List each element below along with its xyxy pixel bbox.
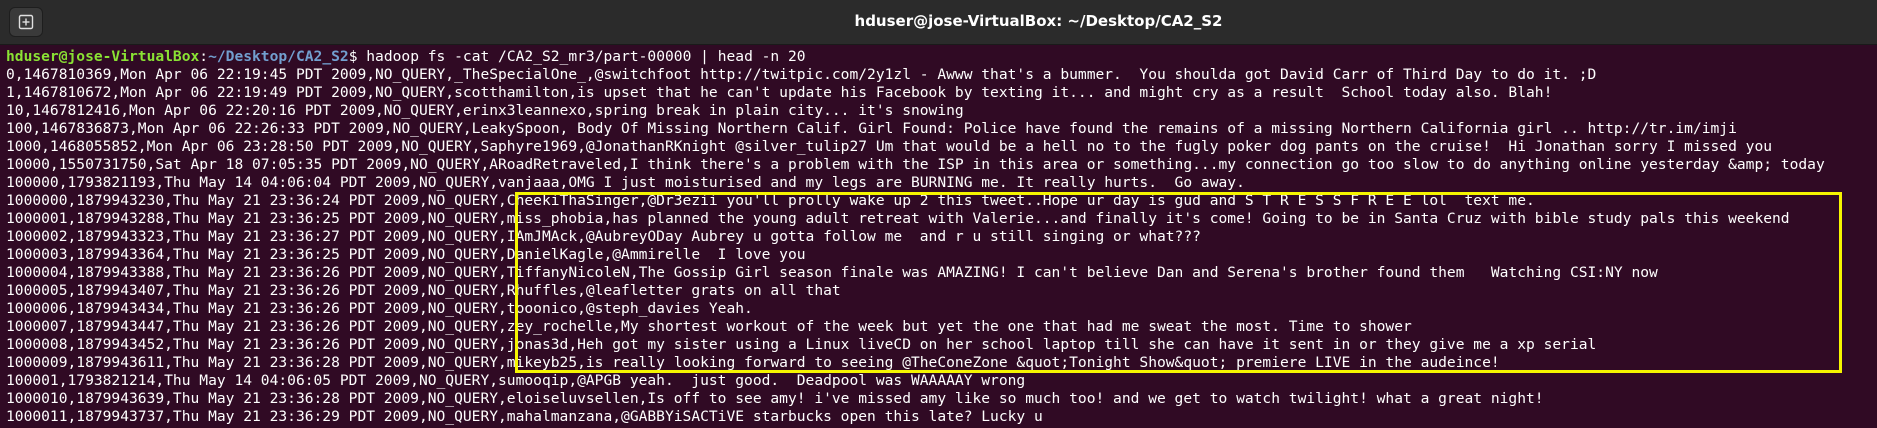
command-line: hduser@jose-VirtualBox:~/Desktop/CA2_S2$… bbox=[6, 48, 1877, 66]
terminal-area[interactable]: hduser@jose-VirtualBox:~/Desktop/CA2_S2$… bbox=[0, 46, 1877, 428]
prompt-path: ~/Desktop/CA2_S2 bbox=[208, 48, 349, 65]
output-line: 1000005,1879943407,Thu May 21 23:36:26 P… bbox=[6, 282, 841, 299]
output-line: 1000004,1879943388,Thu May 21 23:36:26 P… bbox=[6, 264, 1658, 281]
output-line: 10,1467812416,Mon Apr 06 22:20:16 PDT 20… bbox=[6, 102, 964, 119]
output-line: 1000009,1879943611,Thu May 21 23:36:28 P… bbox=[6, 354, 1500, 371]
output-line: 1000,1468055852,Mon Apr 06 23:28:50 PDT … bbox=[6, 138, 1773, 155]
output-line: 10000,1550731750,Sat Apr 18 07:05:35 PDT… bbox=[6, 156, 1825, 173]
prompt-user-host: hduser@jose-VirtualBox bbox=[6, 48, 200, 65]
command-text: hadoop fs -cat /CA2_S2_mr3/part-00000 | … bbox=[366, 48, 806, 65]
output-line: 1000007,1879943447,Thu May 21 23:36:26 P… bbox=[6, 318, 1412, 335]
prompt-separator: : bbox=[199, 48, 209, 65]
output-line: 1000006,1879943434,Thu May 21 23:36:26 P… bbox=[6, 300, 753, 317]
window-titlebar: hduser@jose-VirtualBox: ~/Desktop/CA2_S2 bbox=[0, 0, 1877, 45]
output-line: 0,1467810369,Mon Apr 06 22:19:45 PDT 200… bbox=[6, 66, 1597, 83]
output-line: 1,1467810672,Mon Apr 06 22:19:49 PDT 200… bbox=[6, 84, 1553, 101]
output-line: 1000003,1879943364,Thu May 21 23:36:25 P… bbox=[6, 246, 806, 263]
output-line: 1000010,1879943639,Thu May 21 23:36:28 P… bbox=[6, 390, 1544, 407]
output-line: 100,1467836873,Mon Apr 06 22:26:33 PDT 2… bbox=[6, 120, 1737, 137]
output-line: 100000,1793821193,Thu May 14 04:06:04 PD… bbox=[6, 174, 1245, 191]
window-title: hduser@jose-VirtualBox: ~/Desktop/CA2_S2 bbox=[854, 12, 1223, 30]
output-line: 1000002,1879943323,Thu May 21 23:36:27 P… bbox=[6, 228, 1201, 245]
output-line: 100001,1793821214,Thu May 14 04:06:05 PD… bbox=[6, 372, 1026, 389]
output-line: 1000001,1879943288,Thu May 21 23:36:25 P… bbox=[6, 210, 1790, 227]
output-line: 1000000,1879943230,Thu May 21 23:36:24 P… bbox=[6, 192, 1535, 209]
output-line: 1000011,1879943737,Thu May 21 23:36:29 P… bbox=[6, 408, 1043, 425]
output-line: 1000008,1879943452,Thu May 21 23:36:26 P… bbox=[6, 336, 1597, 353]
prompt-symbol: $ bbox=[348, 48, 367, 65]
